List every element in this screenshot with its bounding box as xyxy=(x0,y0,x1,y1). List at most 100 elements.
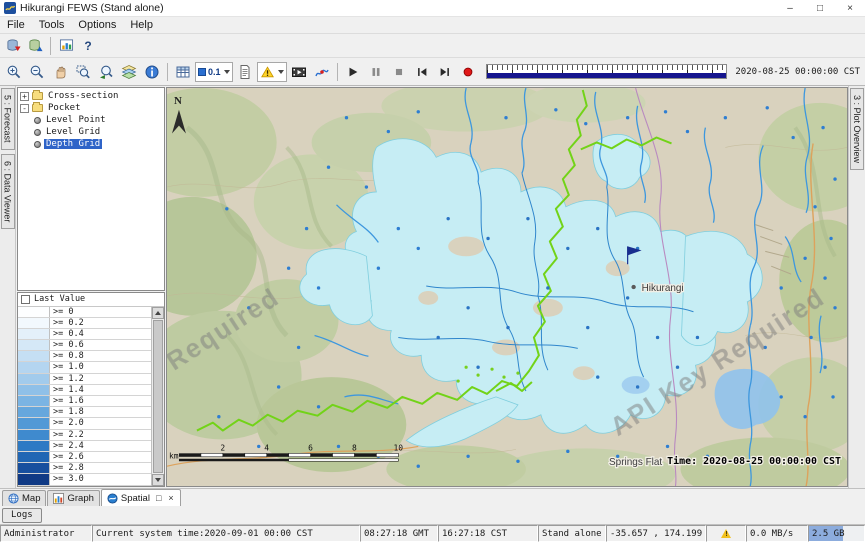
warning-threshold-dropdown[interactable] xyxy=(257,62,287,82)
menu-options[interactable]: Options xyxy=(71,18,123,32)
right-tab-strip: 3 : Plot Overview xyxy=(848,86,865,488)
tab-forecast[interactable]: 5 : Forecast xyxy=(1,88,15,150)
last-value-checkbox[interactable] xyxy=(21,295,30,304)
legend-row: >= 1.0 xyxy=(18,362,151,373)
zoom-previous-icon xyxy=(98,64,114,80)
step-backward-icon xyxy=(415,65,429,79)
tab-label: Spatial xyxy=(121,493,150,504)
menu-file[interactable]: File xyxy=(0,18,32,32)
pause-button[interactable] xyxy=(365,61,387,83)
profile-tool-button[interactable] xyxy=(311,61,333,83)
menu-help[interactable]: Help xyxy=(123,18,160,32)
main-area: 5 : Forecast 6 : Data Viewer + Cross-sec… xyxy=(0,86,865,488)
scroll-down-icon[interactable] xyxy=(152,474,164,486)
tab-plot-overview[interactable]: 3 : Plot Overview xyxy=(850,88,864,170)
tree-item-level-grid[interactable]: Level Grid xyxy=(34,126,164,138)
tab-graph[interactable]: Graph xyxy=(47,490,99,506)
grid-table-icon xyxy=(175,64,191,80)
logs-button[interactable]: Logs xyxy=(2,508,42,523)
scrollbar-thumb[interactable] xyxy=(153,320,163,474)
record-button[interactable] xyxy=(457,61,479,83)
zoom-previous-button[interactable] xyxy=(95,61,117,83)
legend-swatch xyxy=(18,362,50,372)
play-button[interactable] xyxy=(342,61,364,83)
tree-item-depth-grid[interactable]: Depth Grid xyxy=(34,138,164,150)
legend-title: Last Value xyxy=(34,294,85,304)
pan-hand-icon xyxy=(52,64,68,80)
legend-label: >= 0.6 xyxy=(50,340,87,350)
zoom-extent-button[interactable] xyxy=(72,61,94,83)
help-button[interactable]: ? xyxy=(78,36,98,56)
profile-tool-icon xyxy=(314,64,330,80)
interval-dropdown[interactable]: 0.1 xyxy=(195,62,233,82)
zoom-out-button[interactable] xyxy=(26,61,48,83)
panel-close-button[interactable]: × xyxy=(167,493,174,503)
stop-button[interactable] xyxy=(388,61,410,83)
legend-row: >= 0 xyxy=(18,307,151,318)
import-data-button[interactable] xyxy=(3,36,23,56)
legend-swatch xyxy=(18,441,50,451)
tab-data-viewer[interactable]: 6 : Data Viewer xyxy=(1,154,15,229)
legend-row: >= 3.0 xyxy=(18,474,151,485)
tree-item-cross-section[interactable]: + Cross-section xyxy=(20,90,164,102)
legend-row: >= 1.6 xyxy=(18,396,151,407)
legend-row: >= 0.6 xyxy=(18,340,151,351)
scroll-up-icon[interactable] xyxy=(152,307,164,319)
open-display-button[interactable] xyxy=(56,36,76,56)
minimize-button[interactable]: – xyxy=(775,0,805,17)
legend-swatch xyxy=(18,452,50,462)
tree-item-pocket[interactable]: - Pocket xyxy=(20,102,164,114)
graph-icon xyxy=(53,493,64,504)
tree-item-level-point[interactable]: Level Point xyxy=(34,114,164,126)
legend-label: >= 0 xyxy=(50,307,76,317)
globe-icon xyxy=(8,493,19,504)
status-system-time: Current system time:2020-09-01 00:00 CST xyxy=(92,525,360,542)
legend-label: >= 0.4 xyxy=(50,329,87,339)
scale-tick: 10 xyxy=(394,443,404,452)
legend-swatch xyxy=(18,329,50,339)
data-tree[interactable]: + Cross-section - Pocket Level Point Lev… xyxy=(17,87,165,291)
map-viewport[interactable]: API Key Required API Key Required Hikura… xyxy=(166,87,848,487)
step-backward-button[interactable] xyxy=(411,61,433,83)
step-forward-button[interactable] xyxy=(434,61,456,83)
legend-label: >= 2.8 xyxy=(50,463,87,473)
maximize-button[interactable]: □ xyxy=(805,0,835,17)
panel-maximize-button[interactable]: □ xyxy=(155,493,162,503)
legend-scrollbar[interactable] xyxy=(151,307,164,487)
title-bar[interactable]: Hikurangi FEWS (Stand alone) – □ × xyxy=(0,0,865,17)
status-alert-cell[interactable] xyxy=(706,525,746,542)
legend-panel: Last Value >= 0 >= 0.2 >= 0.4 >= 0.6 >= … xyxy=(17,292,165,488)
export-animation-button[interactable] xyxy=(288,61,310,83)
tab-map[interactable]: Map xyxy=(2,490,46,506)
collapse-icon[interactable]: - xyxy=(20,104,29,113)
scale-tick: 8 xyxy=(352,443,357,452)
legend-label: >= 1.8 xyxy=(50,407,87,417)
legend-swatch xyxy=(18,374,50,384)
pan-button[interactable] xyxy=(49,61,71,83)
report-button[interactable] xyxy=(234,61,256,83)
tree-item-label: Level Grid xyxy=(44,127,102,137)
info-button[interactable] xyxy=(141,61,163,83)
tab-spatial[interactable]: Spatial □ × xyxy=(101,489,181,506)
left-tab-strip: 5 : Forecast 6 : Data Viewer xyxy=(0,86,16,488)
zoom-in-button[interactable] xyxy=(3,61,25,83)
legend-row: >= 2.0 xyxy=(18,418,151,429)
step-forward-icon xyxy=(438,65,452,79)
close-button[interactable]: × xyxy=(835,0,865,17)
grid-display-button[interactable] xyxy=(172,61,194,83)
north-label: N xyxy=(174,95,182,107)
layers-button[interactable] xyxy=(118,61,140,83)
legend-swatch xyxy=(18,351,50,361)
export-data-button[interactable] xyxy=(25,36,45,56)
expand-icon[interactable]: + xyxy=(20,92,29,101)
status-download-rate: 0.0 MB/s xyxy=(746,525,808,542)
menu-tools[interactable]: Tools xyxy=(32,18,72,32)
status-user: Administrator xyxy=(0,525,92,542)
timeline-slider[interactable] xyxy=(486,64,728,79)
map-time-label: Time: 2020-08-25 00:00:00 CST xyxy=(667,455,841,467)
record-icon xyxy=(461,65,475,79)
spatial-icon xyxy=(107,493,118,504)
pause-icon xyxy=(369,65,383,79)
legend-label: >= 2.2 xyxy=(50,430,87,440)
chart-display-icon xyxy=(59,38,74,53)
